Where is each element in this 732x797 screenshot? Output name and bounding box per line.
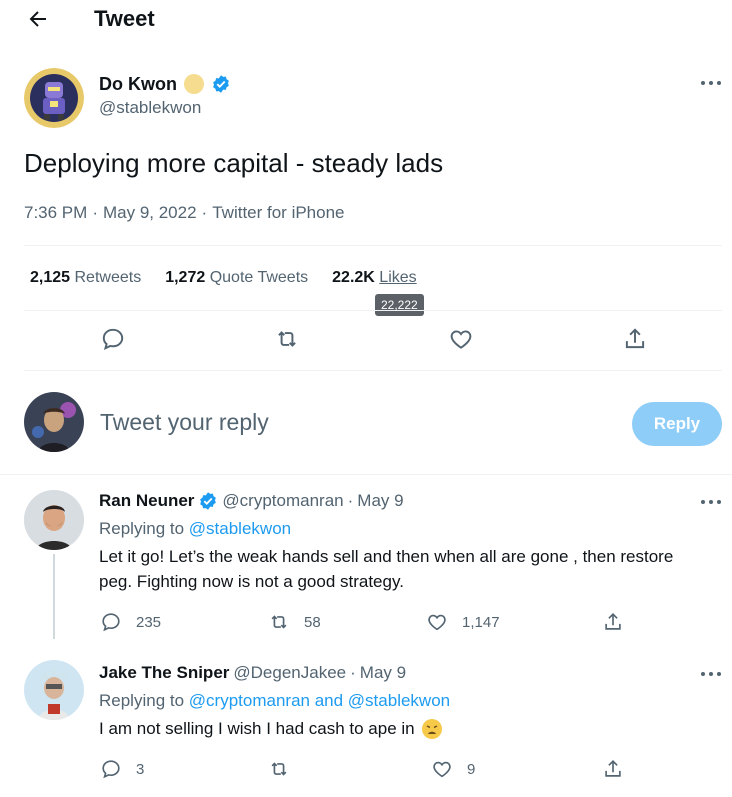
- reply-author-name[interactable]: Jake The Sniper: [99, 663, 229, 683]
- likes-tooltip: 22,222: [375, 294, 424, 316]
- author-handle[interactable]: @stablekwon: [99, 98, 201, 118]
- heart-icon: [433, 761, 451, 778]
- arrow-left-icon[interactable]: [26, 7, 50, 31]
- more-horizontal-icon[interactable]: [699, 78, 723, 88]
- thread-line: [53, 554, 55, 639]
- verified-badge-icon: [200, 492, 217, 510]
- reply-date[interactable]: May 9: [357, 491, 403, 511]
- reply-icon: [102, 760, 120, 779]
- share-icon: [605, 613, 621, 630]
- verified-badge-icon: [213, 75, 229, 93]
- replying-to: Replying to @stablekwon: [99, 519, 291, 539]
- separator-dot: ·: [92, 203, 98, 222]
- tweet-actions: [0, 326, 732, 356]
- retweet-icon: [271, 762, 287, 776]
- more-horizontal-icon[interactable]: [699, 669, 723, 679]
- likes-count: 22.2K: [332, 269, 375, 286]
- quotes-stat[interactable]: 1,272 Quote Tweets: [165, 269, 308, 287]
- retweet-action[interactable]: [268, 758, 290, 780]
- share-action[interactable]: [602, 758, 624, 780]
- more-horizontal-icon[interactable]: [699, 497, 723, 507]
- reply-author-name[interactable]: Ran Neuner: [99, 491, 194, 511]
- tweet-meta: 7:36 PM · May 9, 2022 · Twitter for iPho…: [24, 203, 345, 223]
- reply-text: I am not selling I wish I had cash to ap…: [99, 719, 415, 738]
- replying-to-prefix: Replying to: [99, 691, 185, 710]
- divider: [24, 245, 722, 246]
- author-name[interactable]: Do Kwon: [99, 74, 177, 95]
- tweet-date[interactable]: May 9, 2022: [103, 203, 197, 223]
- divider: [24, 310, 722, 311]
- reply-avatar-ran[interactable]: [24, 490, 84, 550]
- retweet-action[interactable]: 58: [268, 611, 321, 633]
- author-name-row[interactable]: Do Kwon: [99, 73, 231, 95]
- divider: [24, 370, 722, 371]
- tweet-time[interactable]: 7:36 PM: [24, 203, 87, 223]
- likes-label: Likes: [379, 269, 417, 286]
- replying-to-prefix: Replying to: [99, 519, 185, 538]
- like-count: 1,147: [462, 613, 500, 631]
- replying-to-link[interactable]: @cryptomanran and @stablekwon: [189, 691, 450, 710]
- quotes-label: Quote Tweets: [209, 269, 309, 286]
- reply-action[interactable]: 235: [100, 611, 161, 633]
- heart-icon[interactable]: [448, 326, 474, 352]
- retweet-count: 58: [304, 613, 321, 631]
- reply-avatar-jake[interactable]: [24, 660, 84, 720]
- reply-author-handle[interactable]: @cryptomanran: [222, 491, 343, 511]
- reply-text-row: I am not selling I wish I had cash to ap…: [99, 716, 699, 741]
- retweets-stat[interactable]: 2,125 Retweets: [30, 269, 141, 287]
- tweet-text: Deploying more capital - steady lads: [24, 148, 444, 178]
- reply-count: 235: [136, 613, 162, 631]
- user-avatar[interactable]: [24, 392, 84, 452]
- heart-icon: [428, 614, 446, 631]
- share-icon[interactable]: [622, 326, 648, 352]
- replying-to-link[interactable]: @stablekwon: [189, 519, 291, 538]
- weary-face-emoji: [421, 718, 442, 739]
- divider: [0, 474, 732, 475]
- like-count: 9: [467, 760, 476, 778]
- reply-header: Ran Neuner @cryptomanran · May 9: [99, 491, 404, 511]
- retweet-icon[interactable]: [274, 326, 300, 352]
- reply-count: 3: [136, 760, 145, 778]
- sun-emoji-icon: [184, 74, 204, 94]
- reply-icon: [102, 613, 120, 632]
- reply-date[interactable]: May 9: [360, 663, 406, 683]
- retweets-count: 2,125: [30, 269, 71, 286]
- share-action[interactable]: [602, 611, 624, 633]
- reply-author-handle[interactable]: @DegenJakee: [233, 663, 346, 683]
- retweets-label: Retweets: [74, 269, 142, 286]
- like-action[interactable]: 1,147: [426, 611, 500, 633]
- reply-button[interactable]: Reply: [632, 402, 722, 446]
- page-title: Tweet: [94, 6, 155, 31]
- replying-to: Replying to @cryptomanran and @stablekwo…: [99, 691, 450, 711]
- header-bar: Tweet: [0, 0, 732, 44]
- reply-action[interactable]: 3: [100, 758, 144, 780]
- author-avatar[interactable]: [24, 68, 84, 128]
- reply-icon[interactable]: [100, 326, 126, 352]
- tweet-source[interactable]: Twitter for iPhone: [212, 203, 344, 223]
- quotes-count: 1,272: [165, 269, 206, 286]
- like-action[interactable]: 9: [431, 758, 475, 780]
- reply-header: Jake The Sniper @DegenJakee · May 9: [99, 663, 406, 683]
- likes-stat[interactable]: 22.2K Likes: [332, 269, 417, 287]
- separator-dot: ·: [347, 491, 354, 510]
- tweet-stats: 2,125 Retweets 1,272 Quote Tweets 22.2K …: [30, 269, 417, 287]
- separator-dot: ·: [350, 663, 356, 682]
- reply-text: Let it go! Let’s the weak hands sell and…: [99, 547, 674, 591]
- reply-input[interactable]: [100, 409, 500, 436]
- retweet-icon: [271, 615, 287, 629]
- separator-dot: ·: [201, 203, 208, 222]
- share-icon: [605, 760, 621, 777]
